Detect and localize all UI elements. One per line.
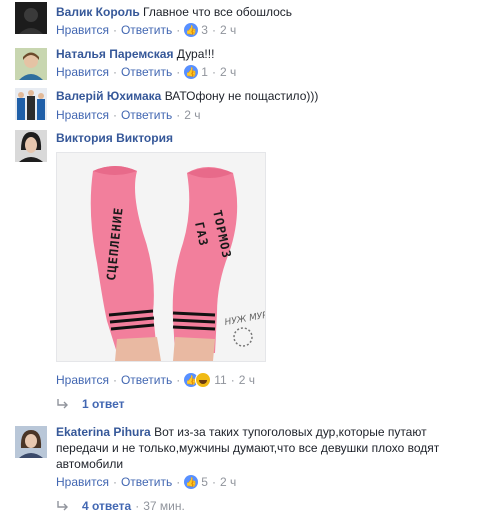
avatar-photo — [15, 48, 47, 80]
avatar[interactable] — [15, 426, 47, 458]
thumbs-up-icon: 👍 — [184, 475, 199, 489]
comment-text-line2: передачи и не только,мужчины думают,что … — [56, 441, 440, 455]
comment-text: Главное что все обошлось — [143, 5, 293, 19]
avatar-photo — [15, 2, 47, 34]
avatar[interactable] — [15, 2, 47, 34]
replies-count-link[interactable]: 1 ответ — [82, 396, 125, 412]
haha-reaction-icon — [195, 372, 212, 388]
comment-time[interactable]: 2 ч — [220, 474, 236, 490]
replies-time: 37 мин. — [143, 499, 185, 513]
view-replies[interactable]: 4 ответа · 37 мин. — [56, 498, 185, 514]
comment-text-line3: автомобили — [56, 457, 124, 471]
reactions[interactable]: 👍 1 — [184, 64, 208, 80]
avatar[interactable] — [15, 88, 47, 120]
reply-link[interactable]: Ответить — [121, 64, 172, 80]
like-link[interactable]: Нравится — [56, 372, 109, 388]
reaction-count: 5 — [201, 475, 208, 489]
reply-link[interactable]: Ответить — [121, 107, 172, 123]
comment-time[interactable]: 2 ч — [220, 22, 236, 38]
reactions[interactable]: 👍 3 — [184, 22, 208, 38]
reply-arrow-icon — [57, 501, 68, 511]
like-link[interactable]: Нравится — [56, 107, 109, 123]
comment-time[interactable]: 2 ч — [220, 64, 236, 80]
avatar-photo — [15, 130, 47, 162]
avatar[interactable] — [15, 130, 47, 162]
reactions[interactable]: 👍 5 — [184, 474, 208, 490]
comment-text: Дура!!! — [176, 47, 215, 61]
reactions[interactable]: 👍 11 — [184, 372, 227, 388]
avatar-photo — [15, 88, 47, 120]
reaction-count: 3 — [201, 23, 208, 37]
comment-text: ВАТОфону не пощастило))) — [164, 89, 319, 103]
comment-time[interactable]: 2 ч — [239, 372, 255, 388]
comment-author[interactable]: Виктория Виктория — [56, 131, 173, 145]
comment-photo[interactable]: СЦЕПЛЕНИЕ ГАЗ ТОРМОЗ НУЖ МУРУ — [56, 152, 266, 362]
comment-time[interactable]: 2 ч — [184, 107, 200, 123]
replies-count-link[interactable]: 4 ответа — [82, 498, 131, 514]
avatar[interactable] — [15, 48, 47, 80]
reply-link[interactable]: Ответить — [121, 474, 172, 490]
comment-author[interactable]: Ekaterina Pihura — [56, 425, 151, 439]
comment-author[interactable]: Валик Король — [56, 5, 140, 19]
reaction-count: 11 — [214, 373, 227, 387]
comment-author[interactable]: Наталья Паремская — [56, 47, 173, 61]
like-link[interactable]: Нравится — [56, 64, 109, 80]
reply-link[interactable]: Ответить — [121, 372, 172, 388]
reaction-count: 1 — [201, 65, 208, 79]
reply-arrow-icon — [57, 399, 68, 409]
thumbs-up-icon: 👍 — [184, 65, 199, 79]
reply-link[interactable]: Ответить — [121, 22, 172, 38]
avatar-photo — [15, 426, 47, 458]
comment-author[interactable]: Валерій Юхимака — [56, 89, 161, 103]
pink-socks-photo: СЦЕПЛЕНИЕ ГАЗ ТОРМОЗ НУЖ МУРУ — [57, 153, 265, 361]
thumbs-up-icon: 👍 — [184, 23, 199, 37]
like-link[interactable]: Нравится — [56, 474, 109, 490]
like-link[interactable]: Нравится — [56, 22, 109, 38]
view-replies[interactable]: 1 ответ — [56, 396, 125, 412]
comment-text-line1: Вот из-за таких тупоголовых дур,которые … — [154, 425, 427, 439]
